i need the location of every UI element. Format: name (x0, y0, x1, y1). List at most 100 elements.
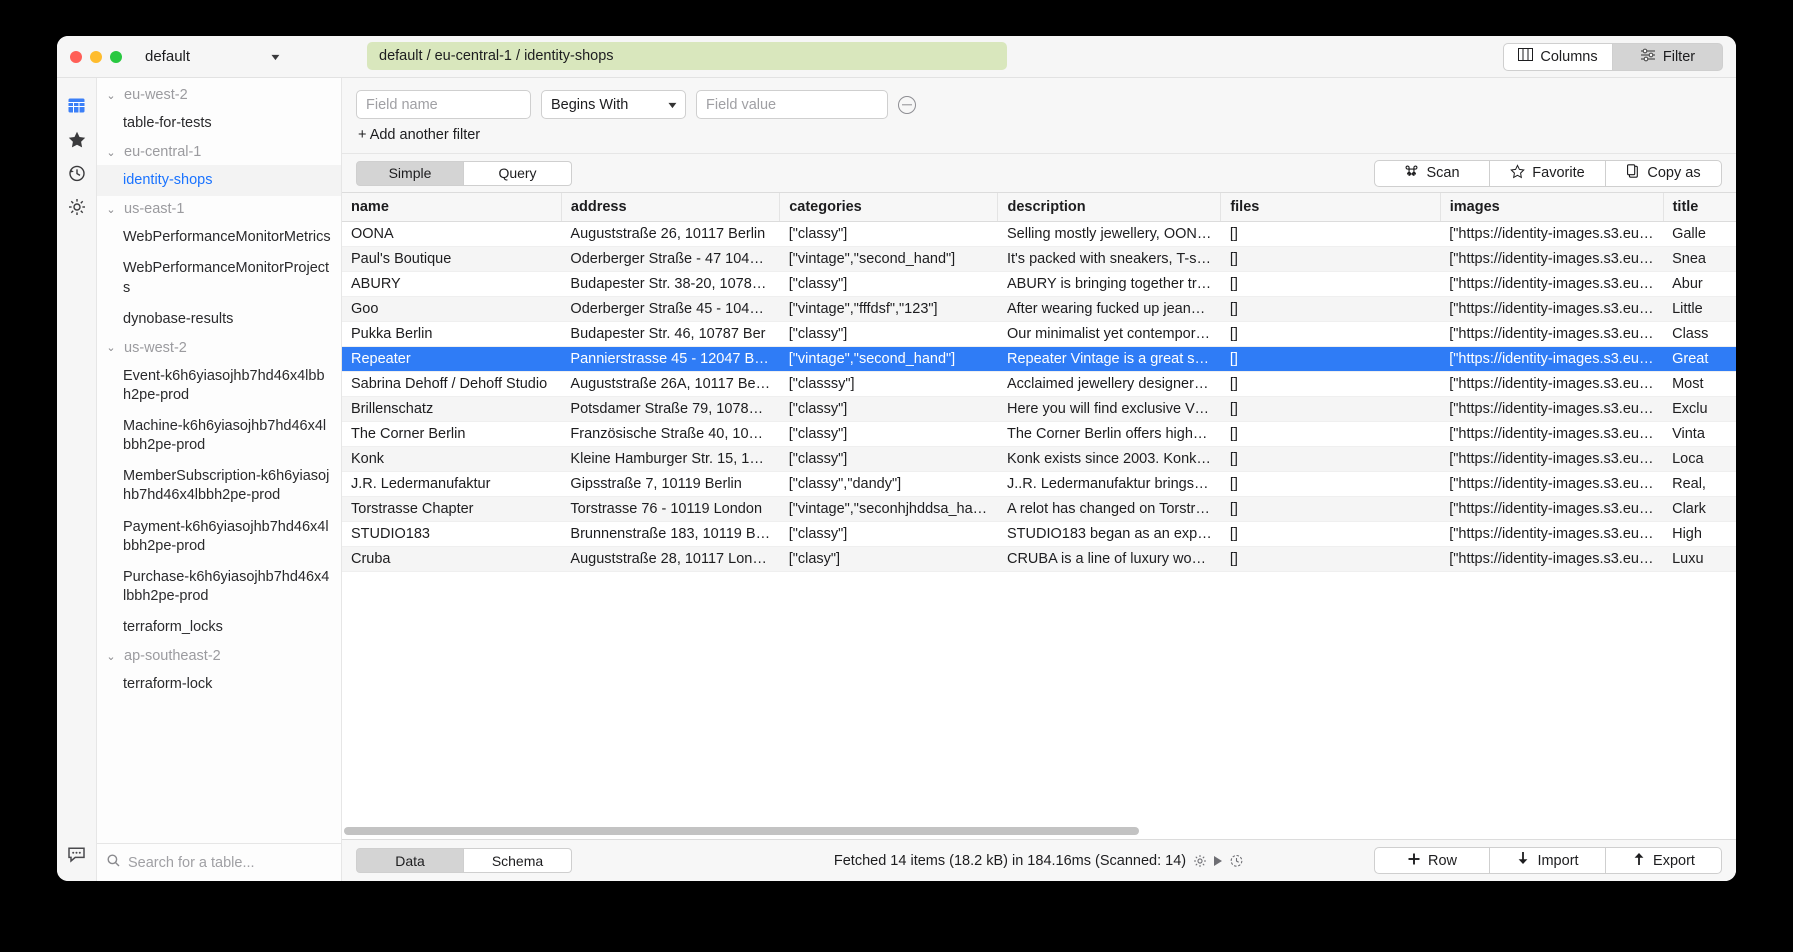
cell-name[interactable]: Paul's Boutique (342, 246, 562, 272)
cell-categories[interactable]: ["vintage","seconhjhddsa_hajkn... (779, 496, 998, 522)
sidebar-table-identity-shops[interactable]: identity-shops (97, 165, 341, 197)
cell-title[interactable]: Galle (1663, 221, 1736, 247)
cell-title[interactable]: Exclu (1663, 396, 1736, 422)
cell-description[interactable]: CRUBA is a line of luxury wome... (997, 546, 1221, 572)
column-header-description[interactable]: description (997, 193, 1222, 222)
sidebar-table-Machine-k6h6yiasojhb7hd46x4lbbh2pe-prod[interactable]: Machine-k6h6yiasojhb7hd46x4lbbh2pe-prod (97, 411, 341, 461)
cell-description[interactable]: It's packed with sneakers, T-shi... (997, 246, 1221, 272)
field-name-input[interactable]: Field name (356, 90, 531, 119)
cell-description[interactable]: Repeater Vintage is a great sec... (997, 346, 1221, 372)
cell-address[interactable]: Budapester Str. 46, 10787 Ber (561, 321, 780, 347)
table-row[interactable]: ABURY Budapester Str. 38-20, 10787 B... ["… (342, 271, 1736, 297)
gear-icon[interactable] (62, 190, 92, 224)
cell-name[interactable]: J.R. Ledermanufaktur (342, 471, 562, 497)
cell-images[interactable]: ["https://identity-images.s3.eu-... (1440, 521, 1664, 547)
horizontal-scrollbar[interactable] (344, 827, 1699, 835)
cell-title[interactable]: Vinta (1663, 421, 1736, 447)
tree-region-ap-southeast-2[interactable]: ⌄ ap-southeast-2 (97, 643, 341, 669)
query-mode-tabs[interactable]: Simple Query (356, 160, 572, 186)
play-icon[interactable] (1214, 855, 1223, 866)
close-window-button[interactable] (70, 50, 82, 63)
cell-categories[interactable]: ["classy"] (779, 321, 998, 347)
star-icon[interactable] (62, 122, 92, 156)
row-button[interactable]: Row (1374, 847, 1490, 874)
favorite-button[interactable]: Favorite (1490, 159, 1606, 187)
tree-region-us-east-1[interactable]: ⌄ us-east-1 (97, 196, 341, 222)
cell-name[interactable]: ABURY (342, 271, 562, 297)
cell-address[interactable]: Gipsstraße 7, 10119 Berlin (561, 471, 780, 497)
column-header-name[interactable]: name (342, 193, 562, 222)
sidebar-table-table-for-tests[interactable]: table-for-tests (97, 108, 341, 139)
cell-categories[interactable]: ["classy","dandy"] (779, 471, 998, 497)
table-row[interactable]: Repeater Pannierstrasse 45 - 12047 Berli[… (342, 346, 1736, 372)
table-row[interactable]: The Corner Berlin Französische Straße 40,… (342, 421, 1736, 447)
column-header-images[interactable]: images (1440, 193, 1664, 222)
cell-address[interactable]: Auguststraße 26, 10117 Berlin (561, 221, 780, 247)
cell-categories[interactable]: ["classy"] (779, 446, 998, 472)
table-row[interactable]: OONA Auguststraße 26, 10117 Berlin ["class… (342, 221, 1736, 247)
footer-actions[interactable]: Row Import Export (1374, 847, 1722, 874)
cell-files[interactable]: [] (1220, 521, 1441, 547)
scrollbar-thumb[interactable] (344, 827, 1139, 835)
sidebar-table-dynobase-results[interactable]: dynobase-results (97, 304, 341, 335)
column-header-categories[interactable]: categories (779, 193, 999, 222)
cell-files[interactable]: [] (1220, 546, 1441, 572)
cell-images[interactable]: ["https://identity-images.s3.eu-... (1440, 296, 1664, 322)
cell-images[interactable]: ["https://identity-images.s3.eu-... (1440, 246, 1664, 272)
results-table-container[interactable]: name address categories description files ima… (342, 193, 1736, 839)
table-row[interactable]: Pukka Berlin Budapester Str. 46, 10787 Be… (342, 321, 1736, 347)
cell-description[interactable]: After wearing fucked up jeans a... (997, 296, 1221, 322)
chat-bubble-icon[interactable] (62, 837, 92, 871)
table-body[interactable]: OONA Auguststraße 26, 10117 Berlin ["class… (342, 221, 1736, 572)
cell-images[interactable]: ["https://identity-images.s3.eu-... (1440, 471, 1664, 497)
sidebar-table-MemberSubscription-k6h6yiasojhb7hd46x4lbbh2pe-prod[interactable]: MemberSubscription-k6h6yiasojhb7hd46x4lb… (97, 461, 341, 511)
tree-region-us-west-2[interactable]: ⌄ us-west-2 (97, 335, 341, 361)
cell-categories[interactable]: ["classy"] (779, 521, 998, 547)
field-value-input[interactable]: Field value (696, 90, 888, 119)
minimize-window-button[interactable] (90, 50, 102, 63)
cell-files[interactable]: [] (1220, 221, 1441, 247)
refresh-clock-icon[interactable] (1229, 853, 1244, 868)
cell-files[interactable]: [] (1220, 396, 1441, 422)
cell-address[interactable]: Pannierstrasse 45 - 12047 Berli (561, 346, 780, 372)
cell-files[interactable]: [] (1220, 371, 1441, 397)
cell-files[interactable]: [] (1220, 346, 1441, 372)
cell-address[interactable]: Auguststraße 28, 10117 London (561, 546, 780, 572)
cell-title[interactable]: Snea (1663, 246, 1736, 272)
table-header-row[interactable]: name address categories description files ima… (342, 193, 1736, 222)
cell-categories[interactable]: ["vintage","fffdsf","123"] (779, 296, 998, 322)
cell-images[interactable]: ["https://identity-images.s3.eu-... (1440, 396, 1664, 422)
gear-icon[interactable] (1193, 854, 1207, 868)
cell-description[interactable]: Konk exists since 2003. Konk is... (997, 446, 1221, 472)
cell-images[interactable]: ["https://identity-images.s3.eu-... (1440, 496, 1664, 522)
cell-title[interactable]: Loca (1663, 446, 1736, 472)
filter-button[interactable]: Filter (1613, 42, 1723, 71)
cell-title[interactable]: Abur (1663, 271, 1736, 297)
cell-description[interactable]: Our minimalist yet contemporar... (997, 321, 1221, 347)
export-button[interactable]: Export (1606, 847, 1722, 874)
cell-title[interactable]: Real, (1663, 471, 1736, 497)
cell-name[interactable]: Sabrina Dehoff / Dehoff Studio (342, 371, 562, 397)
cell-images[interactable]: ["https://identity-images.s3.eu-... (1440, 446, 1664, 472)
cell-files[interactable]: [] (1220, 496, 1441, 522)
sidebar-table-Purchase-k6h6yiasojhb7hd46x4lbbh2pe-prod[interactable]: Purchase-k6h6yiasojhb7hd46x4lbbh2pe-prod (97, 562, 341, 612)
cell-title[interactable]: Clark (1663, 496, 1736, 522)
cell-description[interactable]: Here you will find exclusive Vint... (997, 396, 1221, 422)
cell-description[interactable]: ABURY is bringing together tra... (997, 271, 1221, 297)
sidebar-table-WebPerformanceMonitorMetrics[interactable]: WebPerformanceMonitorMetrics (97, 222, 341, 253)
cell-title[interactable]: High (1663, 521, 1736, 547)
cell-name[interactable]: Pukka Berlin (342, 321, 562, 347)
cell-name[interactable]: Cruba (342, 546, 562, 572)
cell-images[interactable]: ["https://identity-images.s3.eu-... (1440, 421, 1664, 447)
sidebar-search[interactable]: Search for a table... (97, 843, 341, 881)
sidebar-table-Payment-k6h6yiasojhb7hd46x4lbbh2pe-prod[interactable]: Payment-k6h6yiasojhb7hd46x4lbbh2pe-prod (97, 512, 341, 562)
cell-title[interactable]: Luxu (1663, 546, 1736, 572)
column-header-address[interactable]: address (561, 193, 781, 222)
table-tree[interactable]: ⌄ eu-west-2 table-for-tests ⌄ eu-central-1 id… (97, 78, 341, 843)
cell-files[interactable]: [] (1220, 246, 1441, 272)
table-row[interactable]: Cruba Auguststraße 28, 10117 London ["clas… (342, 546, 1736, 572)
table-grid-icon[interactable] (62, 88, 92, 122)
cell-name[interactable]: Goo (342, 296, 562, 322)
cell-name[interactable]: Torstrasse Chapter (342, 496, 562, 522)
scan-actions[interactable]: Scan Favorite Copy as (1374, 159, 1722, 187)
